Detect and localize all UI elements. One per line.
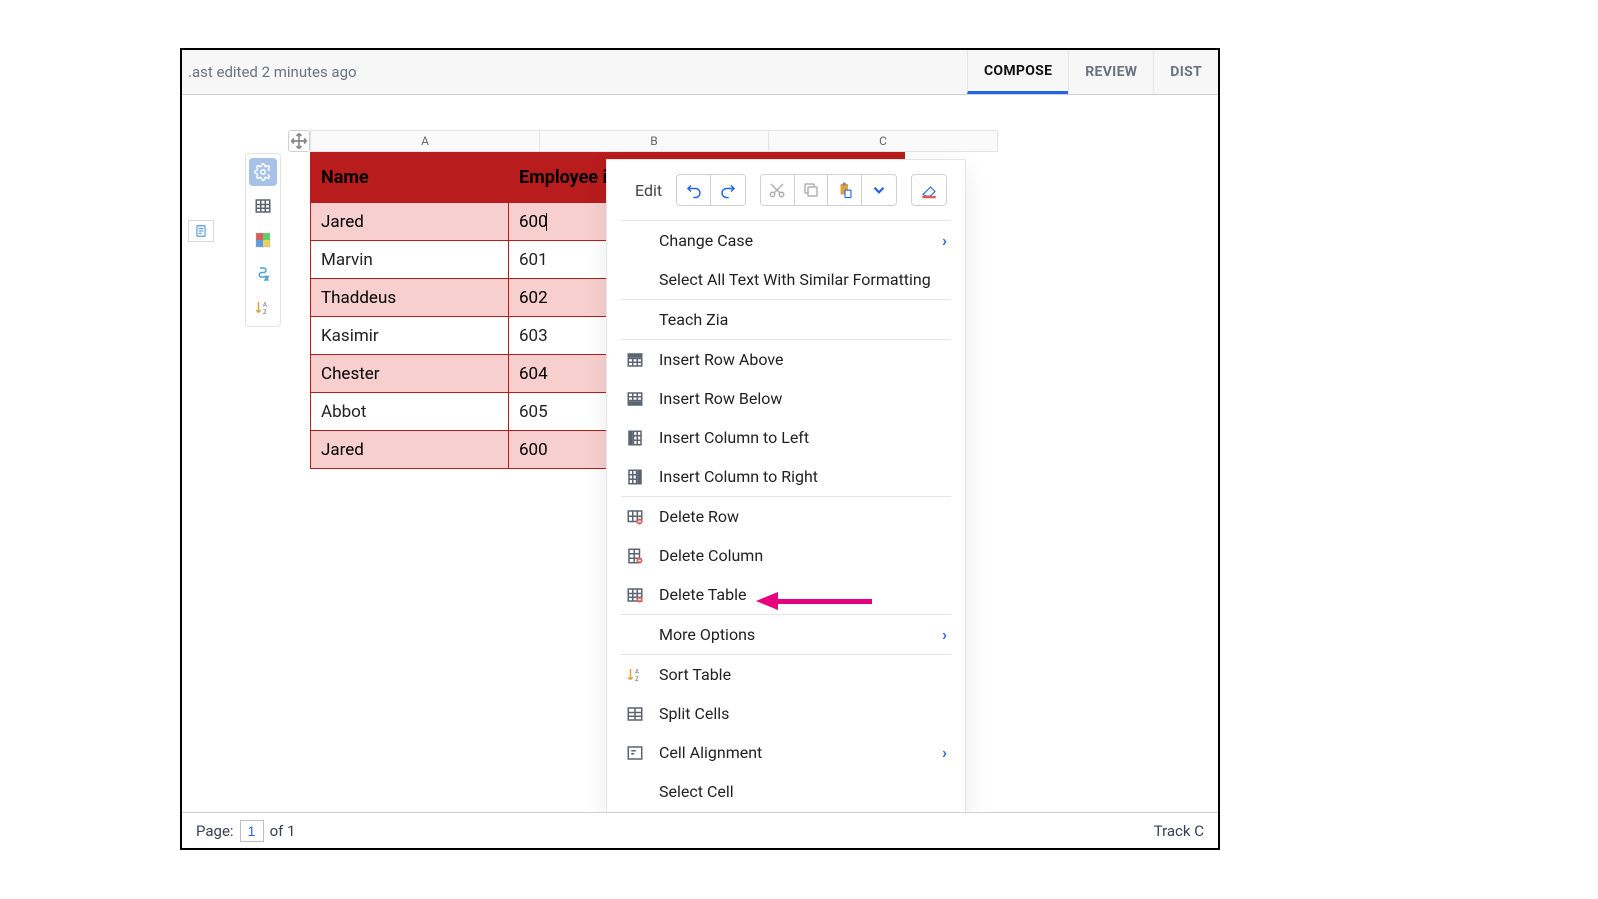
- function-icon: x: [254, 265, 272, 283]
- column-a[interactable]: A: [310, 130, 540, 152]
- delete-table-icon: [626, 586, 644, 604]
- table-color-button[interactable]: [249, 226, 277, 254]
- split-cells-icon: [626, 705, 644, 723]
- table-grid-button[interactable]: [249, 192, 277, 220]
- page-thumbnail[interactable]: [188, 220, 214, 242]
- insert-col-left-icon: [626, 429, 644, 447]
- chevron-right-icon: ›: [942, 743, 947, 762]
- clear-format-button[interactable]: [912, 175, 946, 205]
- tab-compose[interactable]: COMPOSE: [967, 50, 1068, 94]
- menu-change-case[interactable]: Change Case›: [607, 221, 965, 260]
- cell-name[interactable]: Jared: [311, 203, 509, 241]
- insert-row-below-icon: [626, 390, 644, 408]
- menu-sort-table[interactable]: AZSort Table: [607, 655, 965, 694]
- cell-name[interactable]: Jared: [311, 431, 509, 469]
- delete-column-icon: [626, 547, 644, 565]
- move-icon: [289, 131, 309, 151]
- menu-split-cells[interactable]: Split Cells: [607, 694, 965, 733]
- svg-text:x: x: [264, 275, 268, 282]
- redo-button[interactable]: [711, 175, 745, 205]
- context-menu: Edit Change Case› Select All Text With S…: [606, 159, 966, 850]
- svg-text:A: A: [635, 668, 639, 675]
- column-letter-row: A B C: [310, 130, 998, 152]
- table-formula-button[interactable]: x: [249, 260, 277, 288]
- tab-review[interactable]: REVIEW: [1068, 50, 1153, 94]
- top-bar: .ast edited 2 minutes ago COMPOSE REVIEW…: [182, 50, 1218, 95]
- tab-distribute[interactable]: DIST: [1153, 50, 1218, 94]
- menu-more-options[interactable]: More Options›: [607, 615, 965, 654]
- editor-window: .ast edited 2 minutes ago COMPOSE REVIEW…: [180, 48, 1220, 850]
- copy-button[interactable]: [795, 175, 829, 205]
- menu-insert-col-left[interactable]: Insert Column to Left: [607, 418, 965, 457]
- mode-tabs: COMPOSE REVIEW DIST: [967, 50, 1218, 94]
- last-edited-label: .ast edited 2 minutes ago: [188, 63, 357, 81]
- svg-text:A: A: [263, 302, 267, 309]
- cell-name[interactable]: Kasimir: [311, 317, 509, 355]
- table-settings-button[interactable]: [249, 158, 277, 186]
- cell-name[interactable]: Marvin: [311, 241, 509, 279]
- sort-az-icon: AZ: [254, 299, 272, 317]
- table-sort-button[interactable]: AZ: [249, 294, 277, 322]
- page-label: Page:: [196, 822, 234, 840]
- track-changes-label[interactable]: Track C: [1154, 822, 1204, 840]
- delete-row-icon: [626, 508, 644, 526]
- cut-button[interactable]: [761, 175, 795, 205]
- chevron-right-icon: ›: [942, 231, 947, 250]
- clipboard-group: [760, 174, 897, 206]
- undo-icon: [685, 181, 703, 199]
- svg-text:Z: Z: [263, 309, 267, 316]
- menu-insert-col-right[interactable]: Insert Column to Right: [607, 457, 965, 496]
- menu-delete-table[interactable]: Delete Table: [607, 575, 965, 614]
- menu-teach-zia[interactable]: Teach Zia: [607, 300, 965, 339]
- eraser-icon: [920, 181, 938, 199]
- page-indicator: Page: of 1: [196, 820, 295, 842]
- context-menu-header: Edit: [607, 160, 965, 220]
- text-cursor: [546, 213, 547, 231]
- redo-icon: [719, 181, 737, 199]
- paste-button[interactable]: [828, 175, 862, 205]
- scissors-icon: [768, 181, 786, 199]
- column-b[interactable]: B: [540, 130, 769, 152]
- gear-icon: [254, 163, 272, 181]
- menu-select-similar[interactable]: Select All Text With Similar Formatting: [607, 260, 965, 299]
- column-c[interactable]: C: [769, 130, 998, 152]
- table-icon: [254, 197, 272, 215]
- cell-name[interactable]: Abbot: [311, 393, 509, 431]
- menu-insert-row-below[interactable]: Insert Row Below: [607, 379, 965, 418]
- table-tools-sidebar: x AZ: [245, 153, 281, 327]
- cell-name[interactable]: Chester: [311, 355, 509, 393]
- chevron-down-icon: [870, 181, 888, 199]
- copy-icon: [802, 181, 820, 199]
- page-total: of 1: [270, 822, 296, 840]
- page-icon: [194, 224, 208, 238]
- table-move-handle[interactable]: [288, 130, 310, 152]
- insert-col-right-icon: [626, 468, 644, 486]
- status-bar: Page: of 1 Track C: [182, 812, 1218, 848]
- menu-insert-row-above[interactable]: Insert Row Above: [607, 340, 965, 379]
- color-swatch-icon: [254, 231, 272, 249]
- paste-icon: [836, 181, 854, 199]
- page-number-input[interactable]: [240, 820, 264, 842]
- paste-dropdown[interactable]: [862, 175, 896, 205]
- cell-alignment-icon: [626, 744, 644, 762]
- menu-delete-row[interactable]: Delete Row: [607, 497, 965, 536]
- insert-row-above-icon: [626, 351, 644, 369]
- undo-redo-group: [676, 174, 746, 206]
- chevron-right-icon: ›: [942, 625, 947, 644]
- header-name[interactable]: Name: [311, 153, 509, 203]
- svg-text:Z: Z: [635, 676, 639, 683]
- sort-icon: AZ: [626, 666, 644, 684]
- edit-label: Edit: [635, 181, 662, 200]
- document-canvas[interactable]: A B C x AZ Name E: [182, 95, 1218, 812]
- undo-button[interactable]: [677, 175, 711, 205]
- cell-name[interactable]: Thaddeus: [311, 279, 509, 317]
- menu-select-cell[interactable]: Select Cell: [607, 772, 965, 811]
- menu-delete-column[interactable]: Delete Column: [607, 536, 965, 575]
- menu-cell-alignment[interactable]: Cell Alignment›: [607, 733, 965, 772]
- cell-value: 600: [519, 212, 548, 232]
- clear-format-group: [911, 174, 947, 206]
